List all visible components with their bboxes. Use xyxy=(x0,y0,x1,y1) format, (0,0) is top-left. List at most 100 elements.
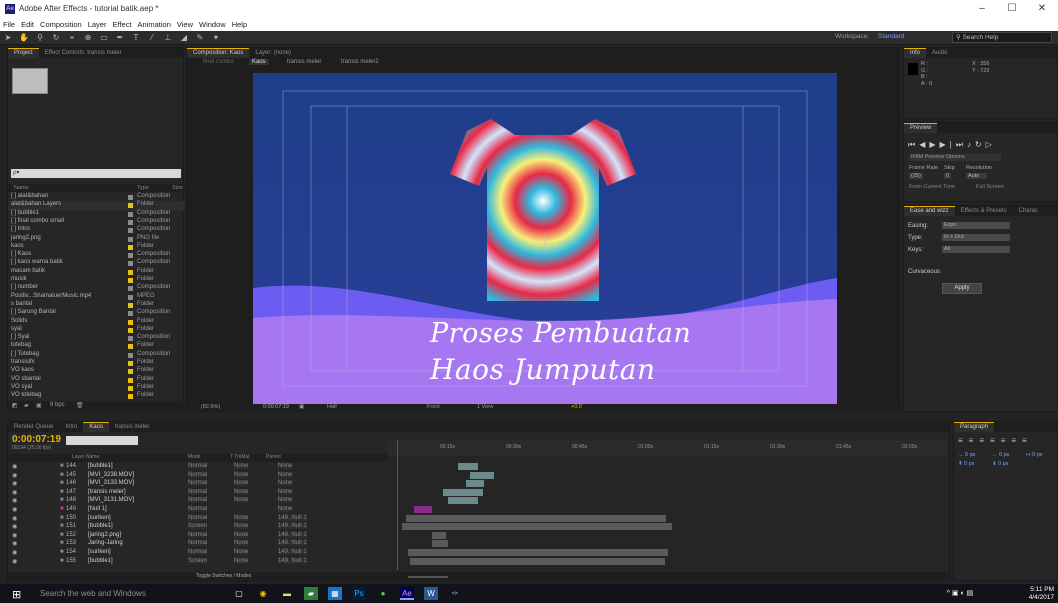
layer-trkmat-select[interactable]: None xyxy=(234,480,249,487)
layer-trkmat-select[interactable]: None xyxy=(234,549,249,555)
visibility-eye-icon[interactable]: ◉ xyxy=(12,532,17,539)
layer-duration-bar[interactable] xyxy=(466,480,484,488)
tab-composition-kaos[interactable]: Composition: Kaos xyxy=(187,48,250,58)
time-ruler[interactable]: 00:15s 00:30s 00:45s 01:00s 01:15s 01:30s 01:4… xyxy=(388,440,946,456)
visibility-eye-icon[interactable]: ◉ xyxy=(12,558,17,565)
tab-effect-controls[interactable]: Effect Controls: transis meler xyxy=(39,49,128,58)
label-color-swatch[interactable] xyxy=(128,244,133,250)
comp-timecode[interactable]: 0:00:07:19 xyxy=(263,404,289,410)
justify-left-icon[interactable]: ≡ xyxy=(990,436,1001,445)
layer-parent-select[interactable]: 149. Null 1 xyxy=(278,514,307,521)
visibility-eye-icon[interactable]: ◉ xyxy=(12,540,17,547)
space-before-value[interactable]: ⇞ 0 px xyxy=(958,461,975,467)
snapshot-icon[interactable]: ▣ xyxy=(299,404,304,410)
align-left-icon[interactable]: ≡ xyxy=(958,436,969,445)
layer-parent-select[interactable]: 149. Null 1 xyxy=(278,540,307,547)
col-parent[interactable]: Parent xyxy=(266,454,281,460)
layer-number[interactable]: 152 xyxy=(66,532,76,538)
justify-center-icon[interactable]: ≡ xyxy=(1001,436,1012,445)
label-color-swatch[interactable] xyxy=(128,195,133,200)
label-color-swatch[interactable] xyxy=(128,344,133,350)
layer-mode-select[interactable]: Normal xyxy=(188,480,208,487)
align-right-icon[interactable]: ≡ xyxy=(979,436,990,445)
tab-kaos[interactable]: Kaos xyxy=(83,422,110,432)
crumb-transis-meler[interactable]: transis meler xyxy=(287,59,321,65)
visibility-eye-icon[interactable]: ◉ xyxy=(12,506,17,513)
resolution-select[interactable]: Half xyxy=(327,404,337,410)
layer-duration-bar[interactable] xyxy=(448,497,478,505)
type-tool-icon[interactable]: T xyxy=(130,33,142,43)
system-tray-icons[interactable]: ^ ▣ ◐ ▤ xyxy=(930,587,990,600)
chrome-icon[interactable]: ◉ xyxy=(256,587,270,600)
pan-behind-tool-icon[interactable]: ⊕ xyxy=(82,33,94,43)
label-color-swatch[interactable] xyxy=(128,253,133,259)
label-color-swatch[interactable] xyxy=(128,394,133,400)
timeline-layer-row[interactable]: ◉ ■ 155 [bubble1] Screen None 149. Null 1 xyxy=(8,557,388,567)
exposure-value[interactable]: +0.0 xyxy=(571,404,582,410)
timeline-layer-row[interactable]: ◉ ■ 149 [Null 1] Normal None xyxy=(8,506,388,515)
column-type[interactable]: Type xyxy=(137,185,149,191)
label-color-swatch[interactable] xyxy=(128,228,133,234)
label-color-swatch[interactable] xyxy=(128,203,133,209)
layer-number[interactable]: 145 xyxy=(66,472,76,478)
zoom-tool-icon[interactable]: ⚲ xyxy=(34,33,46,43)
label-color-swatch[interactable] xyxy=(128,336,133,342)
layer-trkmat-select[interactable]: None xyxy=(234,540,249,547)
layer-number[interactable]: 149 xyxy=(66,506,76,512)
layer-mode-select[interactable]: Normal xyxy=(188,488,208,495)
align-center-icon[interactable]: ≡ xyxy=(969,436,980,445)
column-size[interactable]: Size xyxy=(172,185,183,191)
layer-mode-select[interactable]: Screen xyxy=(188,523,208,530)
layer-duration-bar[interactable] xyxy=(470,471,494,479)
layer-mode-select[interactable]: Screen xyxy=(188,557,208,564)
tab-ease-and-wizz[interactable]: Ease and wizz xyxy=(904,206,955,216)
label-color-swatch[interactable] xyxy=(128,261,133,267)
visibility-eye-icon[interactable]: ◉ xyxy=(12,515,17,522)
frame-rate-select[interactable]: (25) xyxy=(909,173,923,179)
crumb-transis-meler2[interactable]: transis meler2 xyxy=(341,59,379,65)
word-icon[interactable]: W xyxy=(424,587,438,600)
tab-character[interactable]: Charac xyxy=(1013,207,1044,216)
visibility-eye-icon[interactable]: ◉ xyxy=(12,489,17,496)
indent-left-value[interactable]: → 0 px xyxy=(958,452,975,458)
timeline-layer-row[interactable]: ◉ ■ 153 Jaring-Jaring Normal None 149. Null 1 xyxy=(8,540,388,549)
timeline-layer-row[interactable]: ◉ ■ 152 [jaring2.png] Normal None 149. Null 1 xyxy=(8,531,388,541)
layer-trkmat-select[interactable]: None xyxy=(234,523,249,530)
timeline-layer-row[interactable]: ◉ ■ 151 [bubble1] Screen None 149. Null 1 xyxy=(8,523,388,532)
selection-tool-icon[interactable]: ➤ xyxy=(2,33,14,43)
layer-number[interactable]: 147 xyxy=(66,489,76,495)
space-after-value[interactable]: ⇟ 0 px xyxy=(992,461,1009,467)
menu-edit[interactable]: Edit xyxy=(18,19,37,29)
curvaceous-checkbox[interactable]: Curvaceous xyxy=(908,269,940,275)
menu-effect[interactable]: Effect xyxy=(109,19,134,29)
layer-mode-select[interactable]: Normal xyxy=(188,540,208,547)
visibility-eye-icon[interactable]: ◉ xyxy=(12,480,17,487)
timeline-layer-row[interactable]: ◉ ■ 145 [MVI_3238.MOV] Normal None None xyxy=(8,471,388,481)
layer-mode-select[interactable]: Normal xyxy=(188,471,208,478)
crumb-final-combo[interactable]: final combo xyxy=(203,59,234,65)
file-explorer-icon[interactable]: ▬ xyxy=(280,587,294,600)
indent-right-value[interactable]: ← 0 px xyxy=(992,452,1009,458)
layer-number[interactable]: 151 xyxy=(66,523,76,529)
menu-layer[interactable]: Layer xyxy=(85,19,110,29)
timeline-layer-row[interactable]: ◉ ■ 154 [suriken] Normal None 149. Null 1 xyxy=(8,549,388,558)
tab-paragraph[interactable]: Paragraph xyxy=(954,422,995,432)
col-mode[interactable]: Mode xyxy=(188,454,201,460)
app-spotify-icon[interactable]: ● xyxy=(376,587,390,600)
layer-trkmat-select[interactable]: None xyxy=(234,497,249,504)
layer-parent-select[interactable]: None xyxy=(278,488,293,495)
windows-start-icon[interactable]: ⊞ xyxy=(12,588,21,601)
photoshop-icon[interactable]: Ps xyxy=(352,587,366,600)
justify-right-icon[interactable]: ≡ xyxy=(1011,436,1022,445)
layer-trkmat-select[interactable]: None xyxy=(234,488,249,495)
visibility-eye-icon[interactable]: ◉ xyxy=(12,463,17,470)
label-color-swatch[interactable] xyxy=(128,319,133,325)
delete-icon[interactable]: 🗑 xyxy=(76,402,84,409)
type-select[interactable]: In + Out xyxy=(942,234,1010,241)
play-icon[interactable]: ▶ xyxy=(929,140,939,149)
minimize-button[interactable]: – xyxy=(967,3,997,14)
loop-icon[interactable]: ↻ xyxy=(975,140,986,149)
tab-layer-none[interactable]: Layer: (none) xyxy=(249,49,297,58)
views-select[interactable]: 1 View xyxy=(477,404,493,410)
label-color-swatch[interactable] xyxy=(128,327,133,333)
